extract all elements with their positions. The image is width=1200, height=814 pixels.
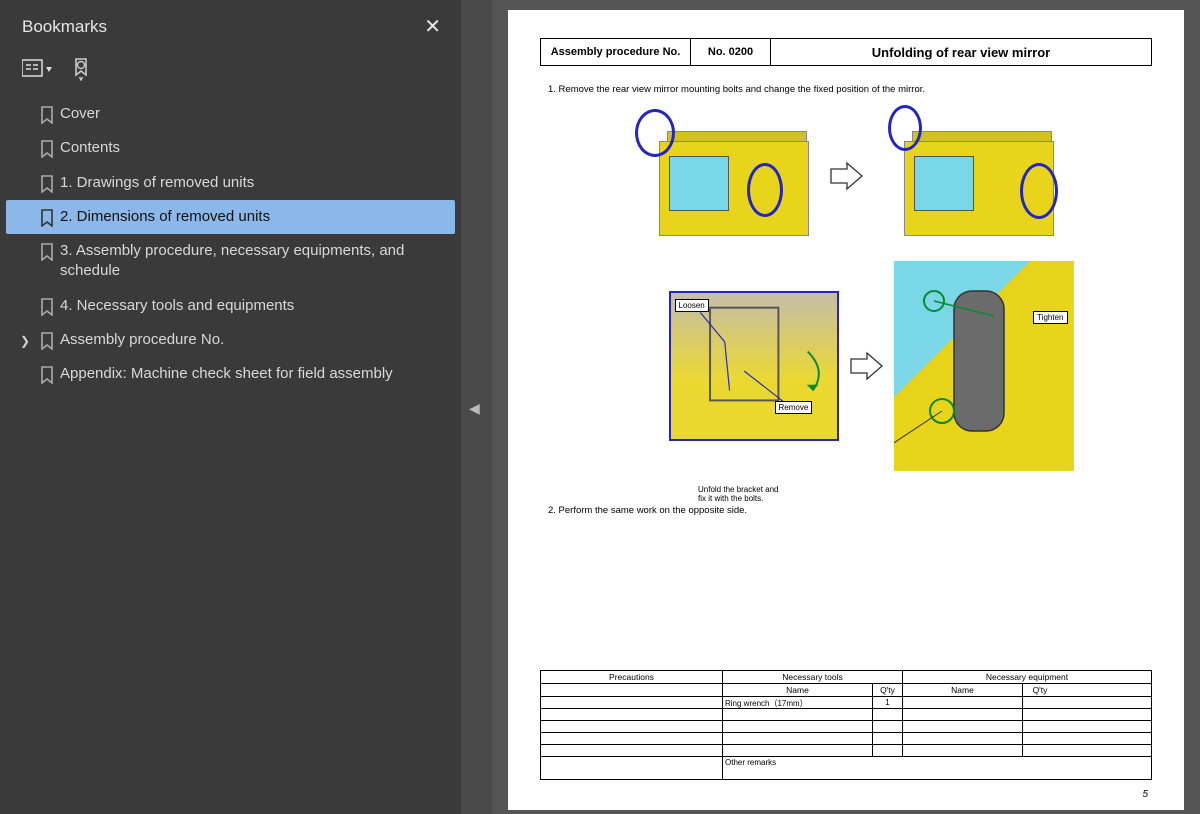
note-unfold: Unfold the bracket and fix it with the b… — [698, 485, 788, 503]
step-2-text: 2. Perform the same work on the opposite… — [548, 505, 1152, 516]
table-row — [541, 733, 1151, 745]
chevron-right-icon — [14, 104, 36, 107]
bookmark-icon — [36, 241, 58, 261]
table-row — [541, 721, 1151, 733]
document-viewport[interactable]: Assembly procedure No. No. 0200 Unfoldin… — [492, 0, 1200, 814]
collapse-panel-icon[interactable]: ◀ — [469, 400, 480, 417]
th-precautions: Precautions — [541, 671, 723, 683]
header-number: No. 0200 — [691, 39, 771, 65]
bookmark-item[interactable]: Contents — [6, 131, 455, 165]
other-remarks: Other remarks — [723, 757, 1151, 779]
truck-before-diagram — [629, 101, 819, 251]
bookmark-label: Appendix: Machine check sheet for field … — [58, 364, 393, 384]
table-row: Ring wrench（17mm）1 — [541, 697, 1151, 709]
bookmark-item[interactable]: 3. Assembly procedure, necessary equipme… — [6, 234, 455, 289]
bookmark-icon — [36, 104, 58, 124]
bookmark-item[interactable]: 1. Drawings of removed units — [6, 166, 455, 200]
bookmark-label: 4. Necessary tools and equipments — [58, 296, 294, 316]
bookmark-item[interactable]: Appendix: Machine check sheet for field … — [6, 357, 455, 391]
figure-row-2: Loosen Remove Tighten — [540, 261, 1152, 471]
th-equip: Necessary equipment — [903, 671, 1151, 683]
arrow-right-icon — [849, 351, 884, 381]
chevron-right-icon — [14, 241, 36, 244]
header-title: Unfolding of rear view mirror — [771, 39, 1151, 65]
th-name: Name — [903, 684, 1023, 696]
close-icon[interactable]: ✕ — [424, 14, 441, 39]
panel-divider[interactable]: ◀ — [461, 0, 492, 814]
th-qty: Q'ty — [1023, 684, 1057, 696]
chevron-right-icon — [14, 207, 36, 210]
bookmark-item[interactable]: Cover — [6, 97, 455, 131]
bookmark-label: Contents — [58, 138, 120, 158]
page-number: 5 — [1142, 789, 1148, 800]
bookmark-label: Assembly procedure No. — [58, 330, 224, 350]
ribbon-bookmark-icon[interactable] — [70, 57, 92, 81]
bookmarks-title: Bookmarks — [22, 17, 107, 37]
bookmark-icon — [36, 173, 58, 193]
bookmark-label: 2. Dimensions of removed units — [58, 207, 270, 227]
bookmark-icon — [36, 296, 58, 316]
table-row — [541, 709, 1151, 721]
th-tools: Necessary tools — [723, 671, 903, 683]
detail-loosen-diagram: Loosen Remove — [669, 291, 839, 441]
chevron-right-icon — [14, 296, 36, 299]
bookmark-label: Cover — [58, 104, 100, 124]
tag-loosen: Loosen — [675, 299, 709, 312]
th-name: Name — [723, 684, 873, 696]
requirements-table: Precautions Necessary tools Necessary eq… — [540, 670, 1152, 780]
pdf-page: Assembly procedure No. No. 0200 Unfoldin… — [508, 10, 1184, 810]
bookmarks-header: Bookmarks ✕ — [0, 0, 461, 49]
bookmarks-list: Cover Contents 1. Drawings of removed unit… — [0, 95, 461, 391]
truck-after-diagram — [874, 101, 1064, 251]
chevron-right-icon[interactable]: ❯ — [14, 330, 36, 349]
bookmark-icon — [36, 138, 58, 158]
bookmark-icon — [36, 330, 58, 350]
bookmark-options-icon[interactable] — [22, 58, 52, 80]
step-1-text: 1. Remove the rear view mirror mounting … — [548, 84, 1152, 95]
tag-remove: Remove — [775, 401, 813, 414]
bookmarks-toolbar — [0, 49, 461, 95]
bookmark-label: 3. Assembly procedure, necessary equipme… — [58, 241, 447, 282]
tag-tighten: Tighten — [1033, 311, 1067, 324]
bookmark-icon — [36, 364, 58, 384]
chevron-right-icon — [14, 173, 36, 176]
header-label: Assembly procedure No. — [541, 39, 691, 65]
procedure-header: Assembly procedure No. No. 0200 Unfoldin… — [540, 38, 1152, 66]
arrow-right-icon — [829, 161, 864, 191]
bookmarks-panel: Bookmarks ✕ Cover Contents 1. Drawings of … — [0, 0, 461, 814]
bookmark-item[interactable]: ❯ Assembly procedure No. — [6, 323, 455, 357]
table-row — [541, 745, 1151, 757]
figure-row-1 — [540, 101, 1152, 251]
bookmark-item[interactable]: 4. Necessary tools and equipments — [6, 289, 455, 323]
chevron-right-icon — [14, 364, 36, 367]
bookmark-label: 1. Drawings of removed units — [58, 173, 254, 193]
chevron-right-icon — [14, 138, 36, 141]
th-qty: Q'ty — [873, 684, 903, 696]
bookmark-icon — [36, 207, 58, 227]
bookmark-item[interactable]: 2. Dimensions of removed units — [6, 200, 455, 234]
detail-tighten-diagram: Tighten — [894, 261, 1074, 471]
